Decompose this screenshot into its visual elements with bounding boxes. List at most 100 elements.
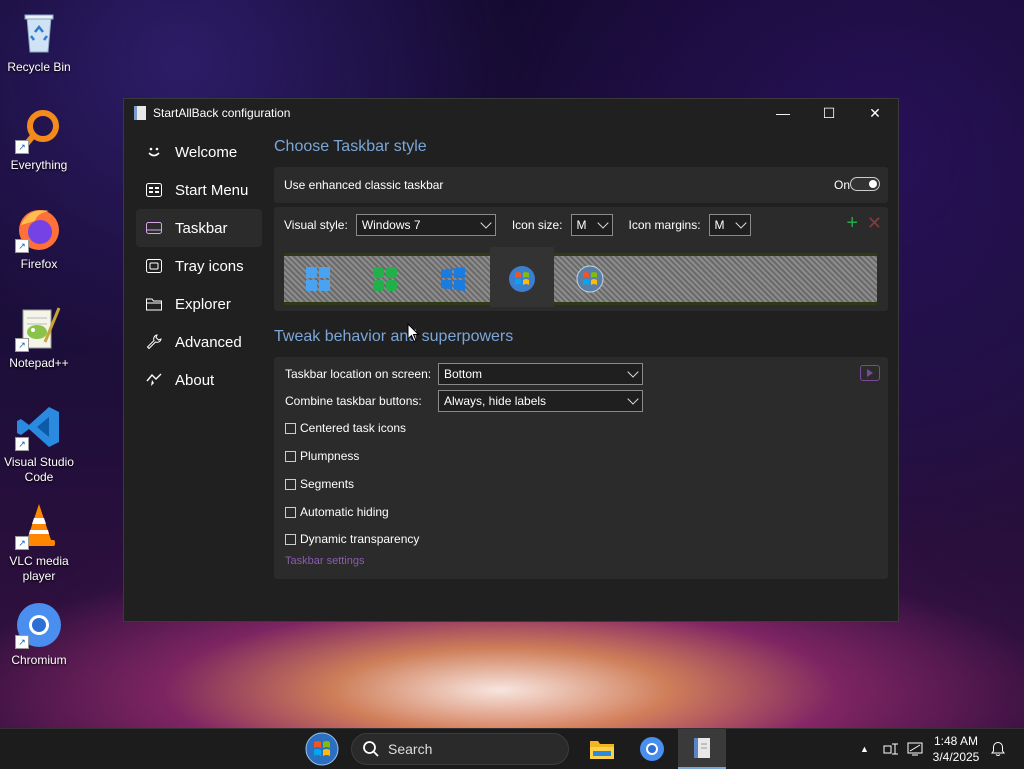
about-icon xyxy=(144,370,164,390)
start-button[interactable] xyxy=(302,729,342,769)
style-option-windows7-icon[interactable] xyxy=(508,265,536,293)
taskbar-settings-link[interactable]: Taskbar settings xyxy=(285,555,364,567)
enhanced-taskbar-toggle[interactable] xyxy=(850,177,880,191)
style-option-vista-icon[interactable] xyxy=(576,265,604,293)
file-explorer-icon xyxy=(590,741,614,759)
checkbox-label: Plumpness xyxy=(300,449,360,463)
notification-bell-icon[interactable] xyxy=(990,741,1006,757)
checkbox-dynamic-transparency[interactable]: Dynamic transparency xyxy=(285,532,419,546)
start-menu-icon xyxy=(144,180,164,200)
taskbar-location-value: Bottom xyxy=(444,367,483,381)
firefox-icon: ↗ xyxy=(15,205,63,253)
icon-size-select[interactable]: M xyxy=(570,214,613,236)
startallback-app-icon xyxy=(694,738,710,758)
checkbox-box[interactable] xyxy=(285,533,296,545)
chromium-icon: ↗ xyxy=(15,601,63,649)
minimize-button[interactable]: — xyxy=(760,99,806,127)
sidebar-item-start-menu[interactable]: Start Menu xyxy=(136,171,262,209)
style-option-windows11-icon[interactable] xyxy=(304,265,332,293)
sidebar-item-label: Tray icons xyxy=(175,257,244,275)
desktop-icon-notepad-plus-plus[interactable]: ↗ Notepad++ xyxy=(2,304,76,371)
taskbar-search-box[interactable]: Search xyxy=(351,733,569,765)
taskbar-startallback-button[interactable] xyxy=(678,729,726,769)
desktop-icon-vlc[interactable]: ↗ VLC media player xyxy=(2,502,76,584)
sidebar-item-label: Advanced xyxy=(175,333,242,351)
combine-buttons-select[interactable]: Always, hide labels xyxy=(438,390,643,412)
mouse-cursor-icon xyxy=(407,322,420,348)
checkbox-automatic-hiding[interactable]: Automatic hiding xyxy=(285,505,389,519)
desktop-icon-label: VLC media player xyxy=(9,554,69,583)
shortcut-arrow-icon: ↗ xyxy=(15,239,29,253)
windows7-orb-icon xyxy=(305,732,339,766)
startallback-window: StartAllBack configuration — ☐ ✕ Welcome… xyxy=(123,98,899,622)
section-title-taskbar-style: Choose Taskbar style xyxy=(274,138,427,155)
add-style-button[interactable]: + xyxy=(846,213,858,233)
recycle-bin-icon xyxy=(15,8,63,56)
vlc-cone-icon: ↗ xyxy=(15,502,63,550)
icon-size-label: Icon size: xyxy=(511,218,563,232)
chromium-icon xyxy=(640,737,664,761)
desktop-icon-firefox[interactable]: ↗ Firefox xyxy=(2,205,76,272)
play-video-icon[interactable] xyxy=(860,365,880,381)
search-icon xyxy=(363,741,379,757)
checkbox-box[interactable] xyxy=(285,450,296,462)
shortcut-arrow-icon: ↗ xyxy=(15,635,29,649)
title-bar[interactable]: StartAllBack configuration — ☐ ✕ xyxy=(124,99,898,127)
sidebar-item-about[interactable]: About xyxy=(136,361,262,399)
desktop-icon-everything[interactable]: ↗ Everything xyxy=(2,106,76,173)
taskbar-location-label: Taskbar location on screen: xyxy=(285,367,432,381)
style-option-windows10-icon[interactable] xyxy=(439,265,467,293)
checkbox-box[interactable] xyxy=(285,506,296,518)
search-placeholder: Search xyxy=(388,741,433,757)
icon-margins-select[interactable]: M xyxy=(708,214,751,236)
sidebar-item-label: About xyxy=(175,371,215,389)
icon-margins-value: M xyxy=(714,218,725,232)
checkbox-centered-task-icons[interactable]: Centered task icons xyxy=(285,421,406,435)
vscode-icon: ↗ xyxy=(15,403,63,451)
checkbox-label: Automatic hiding xyxy=(300,505,389,519)
desktop-icon-label: Chromium xyxy=(11,653,67,667)
desktop-icon-label: Notepad++ xyxy=(9,356,69,370)
desktop-icon-chromium[interactable]: ↗ Chromium xyxy=(2,601,76,668)
toggle-knob xyxy=(869,180,877,188)
checkbox-box[interactable] xyxy=(285,478,296,490)
remove-style-button[interactable]: ✕ xyxy=(867,213,882,233)
checkbox-segments[interactable]: Segments xyxy=(285,477,354,491)
icon-size-value: M xyxy=(576,218,587,232)
desktop-icon-label: Everything xyxy=(10,158,68,172)
taskbar-clock[interactable]: 1:48 AM 3/4/2025 xyxy=(928,733,984,765)
sidebar-item-advanced[interactable]: Advanced xyxy=(136,323,262,361)
taskbar-file-explorer-button[interactable] xyxy=(584,729,620,769)
display-icon[interactable] xyxy=(907,741,923,757)
close-button[interactable]: ✕ xyxy=(852,99,898,127)
smile-icon xyxy=(144,142,164,162)
taskbar-chromium-button[interactable] xyxy=(634,729,670,769)
taskbar: Search ▲ 1:48 AM 3/4/2025 xyxy=(0,728,1024,769)
visual-style-value: Windows 7 xyxy=(361,218,421,232)
sidebar-item-label: Start Menu xyxy=(175,181,249,199)
taskbar-icon xyxy=(144,218,164,238)
chevron-down-icon xyxy=(734,217,747,229)
desktop-icon-label: Recycle Bin xyxy=(7,60,71,74)
sidebar-item-tray-icons[interactable]: Tray icons xyxy=(136,247,262,285)
shortcut-arrow-icon: ↗ xyxy=(15,338,29,352)
taskbar-location-select[interactable]: Bottom xyxy=(438,363,643,385)
maximize-button[interactable]: ☐ xyxy=(806,99,852,127)
sidebar-item-explorer[interactable]: Explorer xyxy=(136,285,262,323)
checkbox-label: Dynamic transparency xyxy=(300,532,420,546)
chevron-down-icon xyxy=(596,217,609,229)
desktop-icon-vscode[interactable]: ↗ Visual Studio Code xyxy=(2,403,76,485)
desktop-icon-label: Firefox xyxy=(20,257,58,271)
combine-buttons-label: Combine taskbar buttons: xyxy=(285,394,422,408)
style-option-green-icon[interactable] xyxy=(371,265,399,293)
checkbox-box[interactable] xyxy=(285,422,296,434)
shortcut-arrow-icon: ↗ xyxy=(15,437,29,451)
folder-icon xyxy=(144,294,164,314)
sidebar-item-welcome[interactable]: Welcome xyxy=(136,133,262,171)
sidebar-item-taskbar[interactable]: Taskbar xyxy=(136,209,262,247)
checkbox-plumpness[interactable]: Plumpness xyxy=(285,449,359,463)
desktop-icon-recycle-bin[interactable]: Recycle Bin xyxy=(2,8,76,75)
show-hidden-icons-chevron-icon[interactable]: ▲ xyxy=(860,744,869,754)
network-icon[interactable] xyxy=(883,741,899,757)
visual-style-select[interactable]: Windows 7 xyxy=(355,214,496,236)
